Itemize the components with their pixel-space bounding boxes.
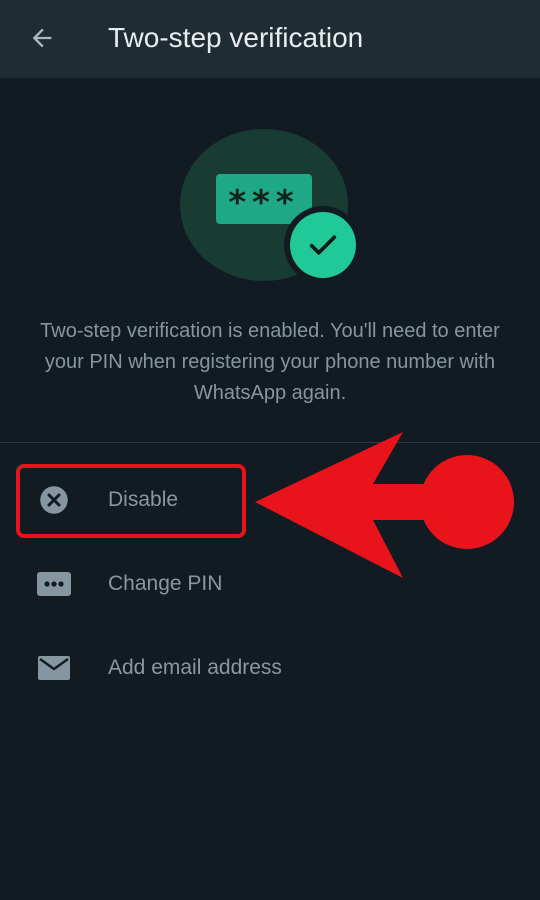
mail-icon (36, 652, 72, 684)
add-email-label: Add email address (108, 656, 282, 679)
change-pin-label: Change PIN (108, 572, 223, 595)
app-bar: Two-step verification (0, 0, 540, 78)
check-badge (284, 206, 362, 284)
arrow-left-icon (32, 28, 52, 48)
hero-section: *** Two-step verification is enabled. Yo… (0, 78, 540, 442)
annotation-arrow (255, 432, 514, 578)
check-icon (290, 212, 356, 278)
status-description: Two-step verification is enabled. You'll… (40, 320, 500, 404)
back-button[interactable] (20, 18, 64, 58)
annotation-highlight-box (16, 464, 246, 538)
page-title: Two-step verification (108, 22, 364, 53)
dots-keyboard-icon (36, 568, 72, 600)
add-email-option[interactable]: Add email address (0, 626, 540, 710)
